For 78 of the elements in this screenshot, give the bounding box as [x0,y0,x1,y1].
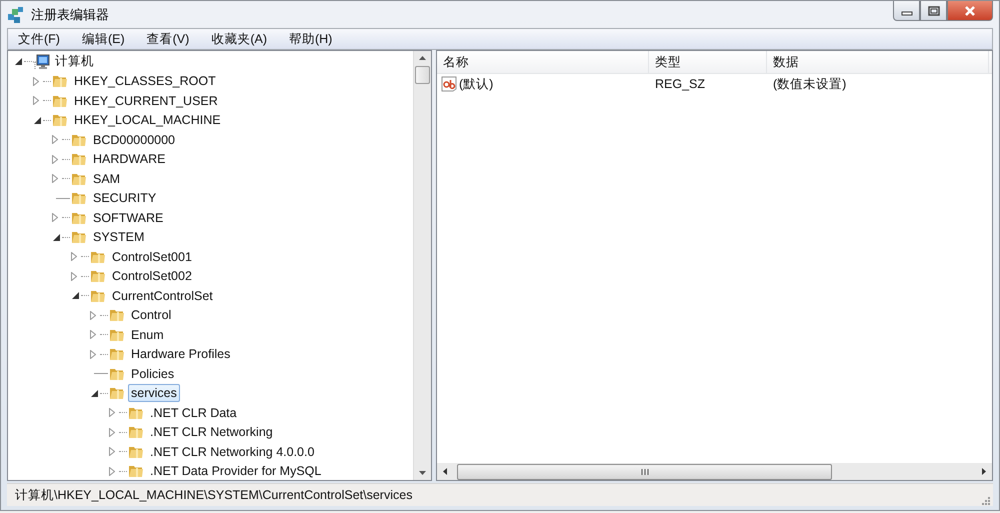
collapse-triangle-icon[interactable] [91,390,98,397]
tree-item[interactable]: .NET Data Provider for MySQL [147,462,324,480]
value-data: (数值未设置) [772,76,848,92]
menu-item[interactable]: 帮助(H) [286,30,334,48]
tree-item[interactable]: Policies [128,364,178,383]
status-path: 计算机\HKEY_LOCAL_MACHINE\SYSTEM\CurrentControlSet\services [15,486,412,504]
expand-triangle-icon[interactable] [109,428,115,437]
string-value-icon [441,76,457,92]
tree-item[interactable]: HKEY_CURRENT_USER [71,92,221,110]
tree-item[interactable]: .NET CLR Networking 4.0.0.0 [147,442,318,461]
tree-item[interactable]: HKEY_LOCAL_MACHINE [71,111,224,130]
tree-item[interactable]: ControlSet001 [109,248,195,266]
window-title: 注册表编辑器 [31,6,109,24]
expand-triangle-icon[interactable] [109,408,115,418]
folder-icon [71,151,89,168]
expand-triangle-icon[interactable] [33,76,39,86]
tree-item[interactable]: CurrentControlSet [109,286,216,305]
maximize-icon [928,6,940,16]
tree-item[interactable]: HKEY_CLASSES_ROOT [71,72,219,90]
tree-item[interactable]: Hardware Profiles [128,345,234,364]
expand-triangle-icon[interactable] [90,330,96,340]
value-type: REG_SZ [654,77,706,91]
expand-triangle-icon[interactable] [52,135,58,144]
expand-triangle-icon[interactable] [109,447,115,456]
folder-icon [52,73,70,90]
expand-triangle-icon[interactable] [33,96,39,106]
expand-triangle-icon[interactable] [90,350,96,359]
folder-icon [90,268,108,284]
expand-triangle-icon[interactable] [52,174,58,184]
collapse-triangle-icon[interactable] [15,58,22,66]
tree-item[interactable]: BCD00000000 [90,130,178,149]
expand-triangle-icon[interactable] [52,213,58,222]
expand-triangle-icon[interactable] [109,466,115,476]
tree-item[interactable]: Control [128,306,174,324]
horizontal-scrollbar[interactable] [437,463,992,480]
grip-lines-icon [640,468,648,476]
menu-item[interactable]: 收藏夹(A) [209,30,269,48]
close-icon [963,4,977,16]
expand-triangle-icon[interactable] [71,252,77,262]
minimize-button[interactable] [893,1,920,21]
maximize-button[interactable] [920,1,947,21]
tree-item[interactable]: services [128,384,180,402]
tree-item[interactable]: .NET CLR Data [147,404,240,422]
tree-item[interactable]: SAM [90,170,124,188]
folder-icon [109,346,127,362]
collapse-triangle-icon[interactable] [72,292,79,300]
column-header[interactable]: 类型 [649,51,767,73]
folder-icon [128,424,146,440]
vertical-scrollbar[interactable] [413,51,431,480]
folder-icon [71,229,89,246]
tree-item[interactable]: 计算机 [52,51,97,72]
tree-item[interactable]: SYSTEM [90,228,148,246]
column-header[interactable]: 数据 [767,51,989,73]
expand-triangle-icon[interactable] [52,154,58,164]
tree-item[interactable]: ControlSet002 [109,267,195,286]
close-button[interactable] [947,1,993,21]
folder-icon [71,190,89,206]
resize-grip-icon [981,496,991,506]
tree-item[interactable]: SOFTWARE [90,208,166,227]
menu-item[interactable]: 文件(F) [16,30,62,48]
collapse-triangle-icon[interactable] [53,234,60,241]
expand-triangle-icon[interactable] [90,310,96,320]
tree-item[interactable]: Enum [128,326,167,344]
column-header[interactable]: 名称 [437,51,649,73]
expand-triangle-icon[interactable] [71,272,77,281]
tree-item[interactable]: .NET CLR Networking [147,423,276,442]
tree-item[interactable]: HARDWARE [90,150,168,168]
scrollbar-thumb[interactable] [415,66,430,84]
registry-cubes-icon [7,6,25,24]
folder-icon [52,112,70,128]
menu-item[interactable]: 编辑(E) [80,30,127,48]
folder-icon [128,463,146,480]
value-name: (默认) [459,76,494,92]
collapse-triangle-icon[interactable] [34,116,41,124]
folder-icon [109,307,127,324]
folder-icon [109,385,127,402]
tree-item[interactable]: SECURITY [90,189,160,208]
menu-item[interactable]: 查看(V) [144,30,192,48]
